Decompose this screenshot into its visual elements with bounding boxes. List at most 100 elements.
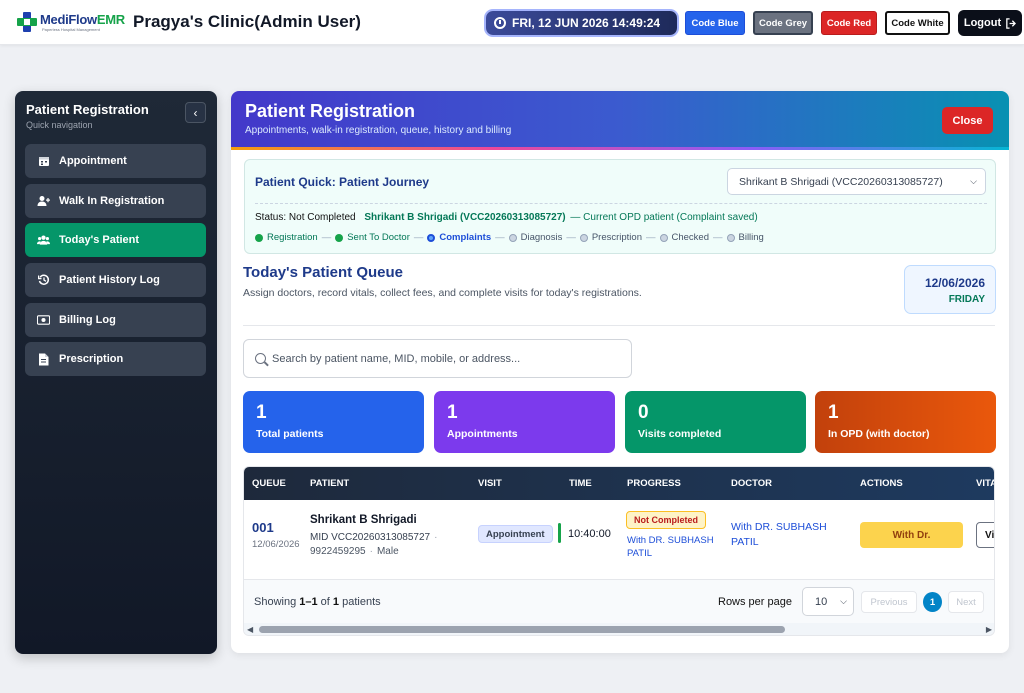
journey-step-checked: Checked xyxy=(659,232,709,243)
column-header-doctor[interactable]: DOCTOR xyxy=(731,478,772,489)
journey-status: Status: Not Completed Shrikant B Shrigad… xyxy=(255,212,758,223)
rows-per-page-select[interactable]: 10 ⌵ xyxy=(802,587,854,616)
page-number-button[interactable]: 1 xyxy=(923,592,942,612)
header-accent-stripe xyxy=(231,147,1009,150)
mediflow-logo[interactable]: MediFlowEMR Paperless Hospital Managemen… xyxy=(16,11,125,35)
journey-step-billing: Billing xyxy=(726,232,764,243)
step-connector: — xyxy=(566,232,576,243)
scrollbar-thumb[interactable] xyxy=(259,626,785,633)
code-white-button[interactable]: Code White xyxy=(885,11,950,35)
assigned-doctor: With DR. SUBHASH PATIL xyxy=(731,521,827,548)
step-label: Sent To Doctor xyxy=(347,232,410,243)
step-pending-dot-icon xyxy=(659,233,668,242)
clinic-title: Pragya's Clinic(Admin User) xyxy=(133,12,361,31)
column-header-vitals[interactable]: VITALS xyxy=(976,478,994,489)
stat-card-in-opd: 1 In OPD (with doctor) xyxy=(815,391,996,453)
scroll-right-icon[interactable]: ▶ xyxy=(986,625,992,634)
journey-step-sent-to-doctor: Sent To Doctor xyxy=(335,232,410,243)
patient-select[interactable]: Shrikant B Shrigadi (VCC20260313085727) … xyxy=(727,168,986,195)
logout-icon xyxy=(1006,17,1017,29)
separator-dot: · xyxy=(434,532,438,543)
sidebar-subtitle: Quick navigation xyxy=(26,120,93,130)
sidebar-item-label: Patient History Log xyxy=(59,274,160,286)
code-blue-button[interactable]: Code Blue xyxy=(685,11,745,35)
journey-steps: Registration — Sent To Doctor — Complain… xyxy=(255,232,764,243)
date-card: 12/06/2026 FRIDAY xyxy=(904,265,996,314)
sidebar: Patient Registration Quick navigation ‹ … xyxy=(15,91,217,654)
code-grey-button[interactable]: Code Grey xyxy=(753,11,813,35)
page-subtitle: Appointments, walk-in registration, queu… xyxy=(245,125,512,136)
sidebar-item-todays-patient[interactable]: Today's Patient xyxy=(25,223,206,257)
sidebar-item-appointment[interactable]: Appointment xyxy=(25,144,206,178)
time-status-bar xyxy=(558,523,561,543)
patient-select-value: Shrikant B Shrigadi (VCC20260313085727) xyxy=(739,175,943,188)
step-connector: — xyxy=(713,232,723,243)
step-label: Registration xyxy=(267,232,318,243)
close-button[interactable]: Close xyxy=(942,107,993,134)
previous-page-button[interactable]: Previous xyxy=(861,591,917,613)
step-connector: — xyxy=(321,232,332,243)
step-label: Complaints xyxy=(439,232,492,243)
stat-label: In OPD (with doctor) xyxy=(828,428,930,440)
step-label: Diagnosis xyxy=(520,232,563,243)
next-page-button[interactable]: Next xyxy=(948,591,984,613)
column-header-progress[interactable]: PROGRESS xyxy=(627,478,681,489)
code-red-button[interactable]: Code Red xyxy=(821,11,877,35)
user-plus-icon xyxy=(37,195,50,207)
queue-subtitle: Assign doctors, record vitals, collect f… xyxy=(243,287,642,299)
column-header-actions[interactable]: ACTIONS xyxy=(860,478,903,489)
vitals-button[interactable]: Vi xyxy=(976,522,994,548)
page-title: Patient Registration xyxy=(245,101,416,121)
sidebar-item-patient-history-log[interactable]: Patient History Log xyxy=(25,263,206,297)
sidebar-item-prescription[interactable]: Prescription xyxy=(25,342,206,376)
divider xyxy=(255,203,987,204)
sidebar-item-label: Appointment xyxy=(59,155,127,167)
logo-tagline: Paperless Hospital Management xyxy=(42,27,100,32)
patient-mid-text: MID VCC20260313085727 xyxy=(310,532,431,543)
horizontal-scrollbar[interactable]: ◀ ▶ xyxy=(244,623,994,635)
users-icon xyxy=(37,234,50,246)
stat-label: Total patients xyxy=(256,428,324,440)
showing-count: Showing 1–1 of 1 patients xyxy=(254,596,381,608)
column-header-visit[interactable]: VISIT xyxy=(478,478,502,489)
stat-card-visits-completed: 0 Visits completed xyxy=(625,391,806,453)
search-input[interactable] xyxy=(272,349,622,369)
patient-gender: Male xyxy=(376,546,399,557)
document-icon xyxy=(37,353,50,365)
step-done-dot-icon xyxy=(335,233,344,242)
patient-search xyxy=(243,339,632,378)
showing-prefix: Showing xyxy=(254,596,300,608)
queue-date-cell: 12/06/2026 xyxy=(252,539,300,550)
column-header-time[interactable]: TIME xyxy=(569,478,592,489)
collapse-sidebar-button[interactable]: ‹ xyxy=(185,102,206,123)
step-done-dot-icon xyxy=(255,233,263,242)
column-header-queue[interactable]: QUEUE xyxy=(252,478,286,489)
logout-button[interactable]: Logout xyxy=(958,10,1022,36)
logout-label: Logout xyxy=(963,17,1002,29)
patient-mobile: 9922459295 xyxy=(310,546,366,557)
step-label: Billing xyxy=(738,232,764,243)
table-row[interactable]: 001 12/06/2026 Shrikant B Shrigadi MID V… xyxy=(244,500,994,574)
sidebar-item-walk-in-registration[interactable]: Walk In Registration xyxy=(25,184,206,218)
showing-range: 1–1 xyxy=(299,596,318,608)
scroll-left-icon[interactable]: ◀ xyxy=(247,625,253,634)
queue-number: 001 xyxy=(252,520,274,535)
with-doctor-button[interactable]: With Dr. xyxy=(860,522,963,548)
patient-meta: 9922459295 · Male xyxy=(310,546,399,557)
page-header: Patient Registration Appointments, walk-… xyxy=(231,91,1009,149)
queue-date: 12/06/2026 xyxy=(924,276,985,290)
step-connector: — xyxy=(495,232,505,243)
sidebar-item-billing-log[interactable]: Billing Log xyxy=(25,303,206,337)
sidebar-item-label: Prescription xyxy=(59,353,124,365)
search-icon xyxy=(255,353,266,364)
queue-title: Today's Patient Queue xyxy=(243,264,403,281)
stat-card-appointments: 1 Appointments xyxy=(434,391,615,453)
medical-cross-logo-icon xyxy=(17,12,37,32)
journey-step-registration: Registration xyxy=(255,232,318,243)
sidebar-item-label: Walk In Registration xyxy=(59,195,165,207)
step-label: Prescription xyxy=(591,232,642,243)
column-header-patient[interactable]: PATIENT xyxy=(310,478,349,489)
logo-text: MediFlowEMR xyxy=(40,12,125,27)
visit-time: 10:40:00 xyxy=(568,528,611,540)
visit-type-badge: Appointment xyxy=(478,525,553,543)
